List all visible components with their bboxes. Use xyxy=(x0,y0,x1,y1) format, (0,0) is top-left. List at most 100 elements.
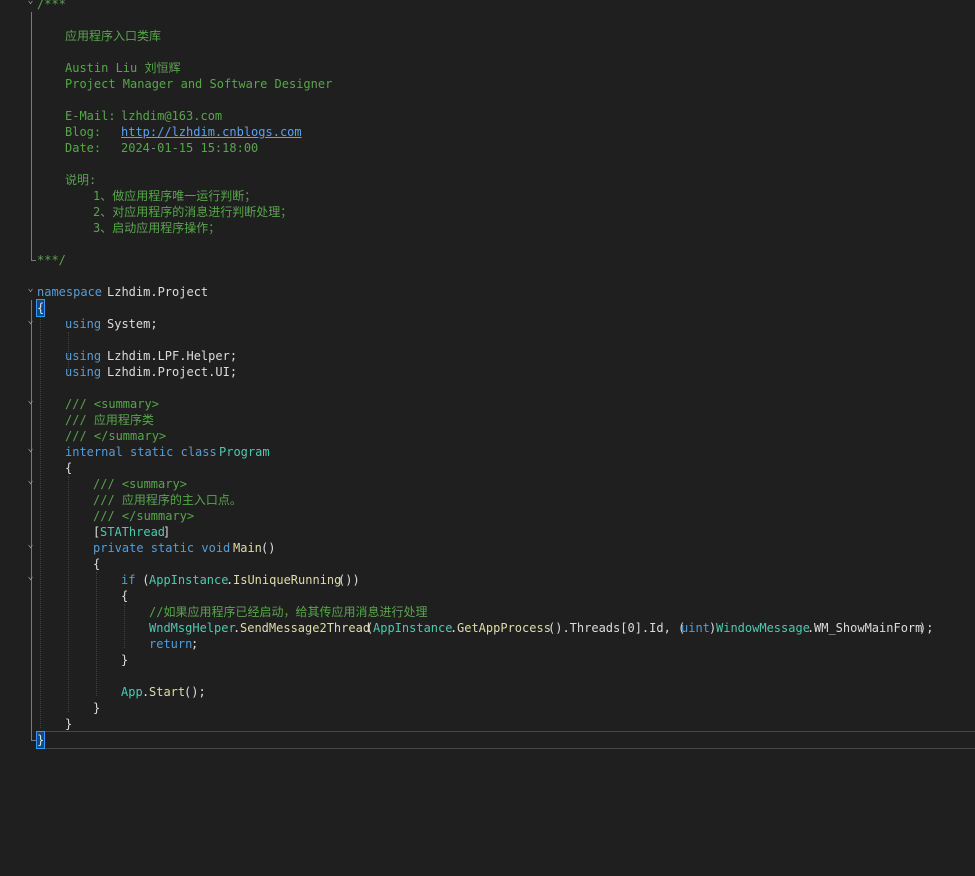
code-line[interactable]: WndMsgHelper . SendMessage2Thread ( AppI… xyxy=(0,620,975,636)
using-directive: System; xyxy=(107,317,158,331)
comment-title: 应用程序入口类库 xyxy=(65,29,162,43)
comment-notes-label: 说明: xyxy=(65,173,97,187)
class-name: Program xyxy=(219,445,270,459)
doc-comment: /// </summary> xyxy=(93,509,195,523)
comment-email-label: E-Mail: xyxy=(65,109,116,123)
keyword: if xyxy=(121,573,136,587)
code-line[interactable]: namespace Lzhdim.Project xyxy=(0,284,975,300)
code-line[interactable]: [ STAThread ] xyxy=(0,524,975,540)
method-call: Start xyxy=(149,685,186,699)
method-name: Main xyxy=(233,541,262,555)
code-line[interactable]: ***/ xyxy=(0,252,975,268)
code-line[interactable]: E-Mail: lzhdim@163.com xyxy=(0,108,975,124)
code-line[interactable]: 应用程序入口类库 xyxy=(0,28,975,44)
keyword: internal static class xyxy=(65,445,217,459)
code-line[interactable]: Date: 2024-01-15 15:18:00 xyxy=(0,140,975,156)
chevron-down-icon[interactable] xyxy=(26,479,35,488)
code-line[interactable]: Blog: http://lzhdim.cnblogs.com xyxy=(0,124,975,140)
keyword: return xyxy=(149,637,193,651)
code-line[interactable]: 说明: xyxy=(0,172,975,188)
method-call: SendMessage2Thread xyxy=(240,621,371,635)
comment-note: 1、做应用程序唯一运行判断； xyxy=(93,189,257,203)
code-line[interactable]: Austin Liu 刘恒辉 xyxy=(0,60,975,76)
brace-match: { xyxy=(35,299,46,317)
brace: } xyxy=(121,653,129,667)
code-line[interactable]: /// 应用程序类 xyxy=(0,412,975,428)
chevron-down-icon[interactable] xyxy=(26,287,35,296)
comment-note: 3、启动应用程序操作； xyxy=(93,221,221,235)
code-line[interactable]: 3、启动应用程序操作； xyxy=(0,220,975,236)
code-line[interactable]: /*** xyxy=(0,0,975,12)
comment-role: Project Manager and Software Designer xyxy=(65,77,333,91)
chevron-down-icon[interactable] xyxy=(26,0,35,8)
statement-end: ); xyxy=(919,621,934,635)
chevron-down-icon[interactable] xyxy=(26,319,35,328)
blog-link[interactable]: http://lzhdim.cnblogs.com xyxy=(121,124,302,140)
doc-comment: /// 应用程序类 xyxy=(65,413,154,427)
code-line[interactable]: /// <summary> xyxy=(0,476,975,492)
chevron-down-icon[interactable] xyxy=(26,575,35,584)
brace: } xyxy=(65,717,73,731)
keyword: uint xyxy=(681,621,710,635)
comment-open: /*** xyxy=(37,0,66,11)
comment-date: 2024-01-15 15:18:00 xyxy=(121,141,259,155)
doc-comment: /// 应用程序的主入口点。 xyxy=(93,493,242,507)
code-line[interactable]: } xyxy=(0,731,975,749)
code-line[interactable]: internal static class Program xyxy=(0,444,975,460)
keyword: namespace xyxy=(37,285,103,299)
code-line[interactable]: return ; xyxy=(0,636,975,652)
code-line[interactable]: Project Manager and Software Designer xyxy=(0,76,975,92)
statement-end: (); xyxy=(184,685,206,699)
chevron-down-icon[interactable] xyxy=(26,399,35,408)
code-line[interactable]: /// <summary> xyxy=(0,396,975,412)
comment-close: ***/ xyxy=(37,253,66,267)
brace-match: } xyxy=(35,731,46,749)
code-line[interactable]: if ( AppInstance . IsUniqueRunning ()) xyxy=(0,572,975,588)
doc-comment: /// </summary> xyxy=(65,429,167,443)
method-call: IsUniqueRunning xyxy=(233,573,342,587)
code-line[interactable]: 1、做应用程序唯一运行判断； xyxy=(0,188,975,204)
brace: } xyxy=(93,701,101,715)
doc-comment: /// <summary> xyxy=(65,397,159,411)
brace: { xyxy=(65,461,73,475)
attribute-bracket: ] xyxy=(163,525,171,539)
code-line[interactable]: } xyxy=(0,652,975,668)
code-editor[interactable]: /*** 应用程序入口类库 Austin Liu 刘恒辉 Project Man… xyxy=(0,0,975,752)
code-line[interactable]: using Lzhdim.Project.UI; xyxy=(0,364,975,380)
using-directive: Lzhdim.Project.UI; xyxy=(107,365,238,379)
parens: () xyxy=(261,541,276,555)
chevron-down-icon[interactable] xyxy=(26,447,35,456)
doc-comment: /// <summary> xyxy=(93,477,187,491)
semicolon: ; xyxy=(191,637,199,651)
enum-value: WM_ShowMainForm xyxy=(814,621,923,635)
code-line[interactable]: /// 应用程序的主入口点。 xyxy=(0,492,975,508)
chevron-down-icon[interactable] xyxy=(26,543,35,552)
paren: ( xyxy=(135,573,150,587)
code-line[interactable]: 2、对应用程序的消息进行判断处理； xyxy=(0,204,975,220)
comment-blog-label: Blog: xyxy=(65,125,102,139)
code-line[interactable]: { xyxy=(0,299,975,317)
code-line[interactable]: using System; xyxy=(0,316,975,332)
code-line[interactable]: } xyxy=(0,700,975,716)
code-line[interactable]: { xyxy=(0,460,975,476)
class-ref: App xyxy=(121,685,143,699)
code-line[interactable]: private static void Main () xyxy=(0,540,975,556)
code-line[interactable]: //如果应用程序已经启动，给其传应用消息进行处理 xyxy=(0,604,975,620)
code-line[interactable]: App . Start (); xyxy=(0,684,975,700)
class-ref: AppInstance xyxy=(149,573,229,587)
code-line[interactable]: using Lzhdim.LPF.Helper; xyxy=(0,348,975,364)
code-line[interactable]: /// </summary> xyxy=(0,508,975,524)
comment-date-label: Date: xyxy=(65,141,102,155)
code-line[interactable]: { xyxy=(0,588,975,604)
line-comment: //如果应用程序已经启动，给其传应用消息进行处理 xyxy=(149,605,428,619)
keyword: using xyxy=(65,365,102,379)
method-call: GetAppProcess xyxy=(457,621,551,635)
code-line[interactable]: { xyxy=(0,556,975,572)
comment-email: lzhdim@163.com xyxy=(121,109,223,123)
class-ref: AppInstance xyxy=(373,621,453,635)
namespace-name: Lzhdim.Project xyxy=(107,285,209,299)
brace: { xyxy=(121,589,129,603)
code-line[interactable]: /// </summary> xyxy=(0,428,975,444)
enum-ref: WindowMessage xyxy=(716,621,810,635)
code-line[interactable]: } xyxy=(0,716,975,732)
